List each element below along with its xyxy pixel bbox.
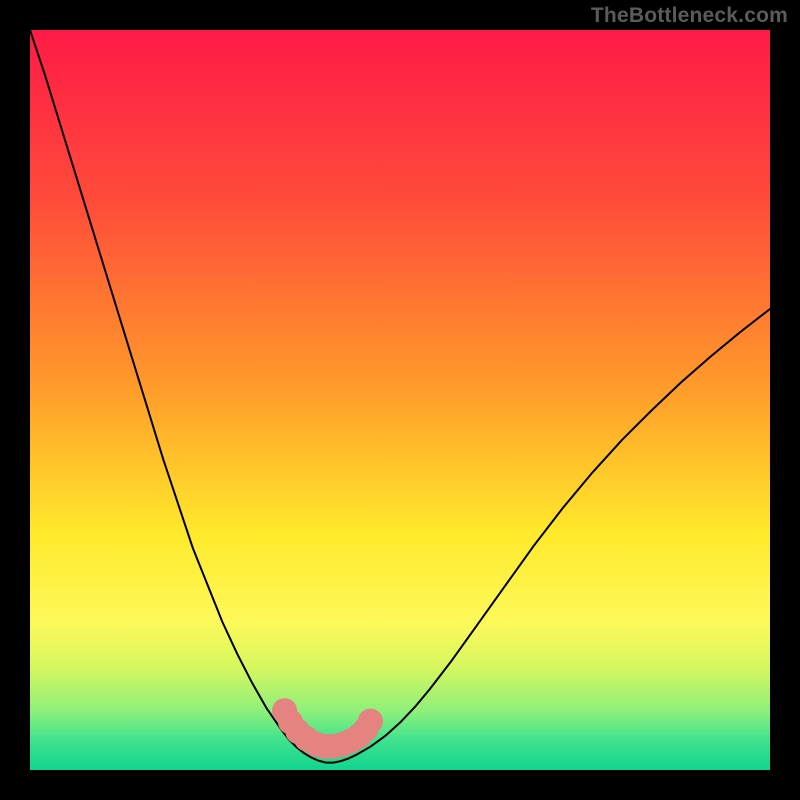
plot-area bbox=[30, 30, 770, 770]
chart-svg bbox=[30, 30, 770, 770]
chart-root: TheBottleneck.com bbox=[0, 0, 800, 800]
background-gradient bbox=[30, 30, 770, 770]
marker-dot bbox=[358, 709, 383, 734]
watermark-text: TheBottleneck.com bbox=[591, 4, 788, 28]
